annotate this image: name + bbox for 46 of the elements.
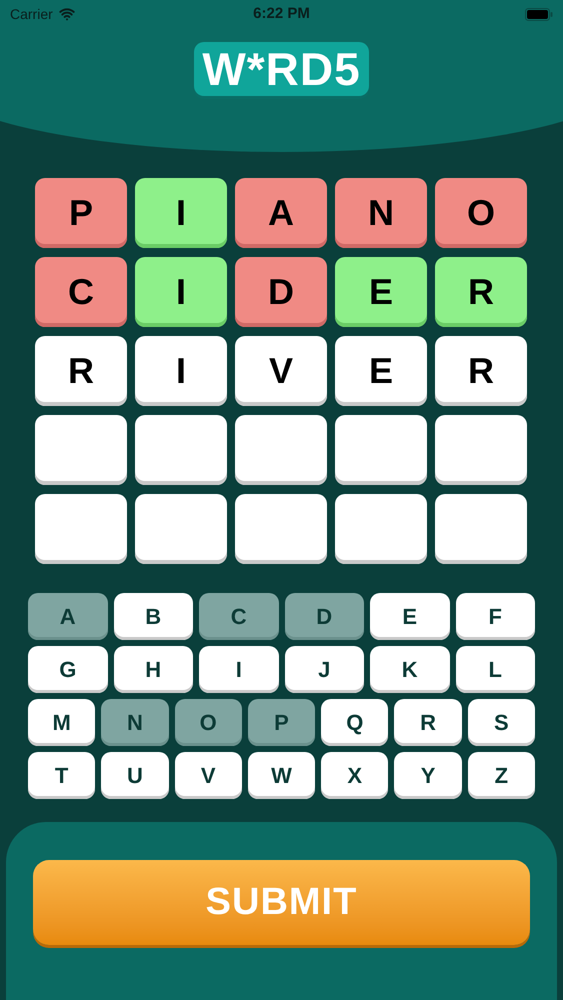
- key-button[interactable]: M: [28, 699, 96, 746]
- letter-tile: I: [135, 336, 227, 406]
- key-button[interactable]: E: [370, 593, 450, 640]
- key-button[interactable]: V: [174, 752, 242, 799]
- letter-tile: V: [235, 336, 327, 406]
- key-button[interactable]: Y: [394, 752, 462, 799]
- key-button[interactable]: G: [28, 646, 108, 693]
- key-button[interactable]: N: [101, 699, 169, 746]
- letter-tile: R: [35, 336, 127, 406]
- key-button[interactable]: A: [28, 593, 108, 640]
- key-button[interactable]: B: [114, 593, 193, 640]
- letter-tile: R: [435, 257, 527, 327]
- key-button[interactable]: J: [284, 646, 364, 693]
- letter-tile: A: [235, 178, 327, 248]
- letter-tile: I: [135, 178, 227, 248]
- key-button[interactable]: S: [468, 699, 535, 746]
- key-button[interactable]: H: [114, 646, 193, 693]
- letter-tile: O: [435, 178, 527, 248]
- key-button[interactable]: L: [456, 646, 535, 693]
- letter-tile: E: [335, 257, 427, 327]
- key-button[interactable]: O: [174, 699, 242, 746]
- key-button[interactable]: C: [199, 593, 278, 640]
- letter-tile: N: [335, 178, 427, 248]
- key-button[interactable]: I: [199, 646, 278, 693]
- key-button[interactable]: Q: [321, 699, 388, 746]
- key-button[interactable]: Z: [468, 752, 535, 799]
- key-button[interactable]: X: [321, 752, 388, 799]
- key-button[interactable]: D: [284, 593, 364, 640]
- battery-icon: [524, 8, 553, 20]
- logo: W*RD5: [194, 42, 369, 96]
- letter-tile: R: [435, 336, 527, 406]
- key-button[interactable]: T: [28, 752, 96, 799]
- letter-tile: P: [35, 178, 127, 248]
- key-button[interactable]: R: [394, 699, 462, 746]
- wifi-icon: [58, 6, 75, 22]
- letter-tile: E: [335, 336, 427, 406]
- carrier-label: Carrier: [10, 4, 53, 24]
- key-button[interactable]: P: [248, 699, 316, 746]
- letter-tile: C: [35, 257, 127, 327]
- key-button[interactable]: W: [248, 752, 316, 799]
- clock-time: 6:22 PM: [253, 4, 310, 24]
- letter-tile: D: [235, 257, 327, 327]
- key-button[interactable]: U: [101, 752, 169, 799]
- key-button[interactable]: K: [370, 646, 450, 693]
- letter-tile: I: [135, 257, 227, 327]
- key-button[interactable]: F: [456, 593, 535, 640]
